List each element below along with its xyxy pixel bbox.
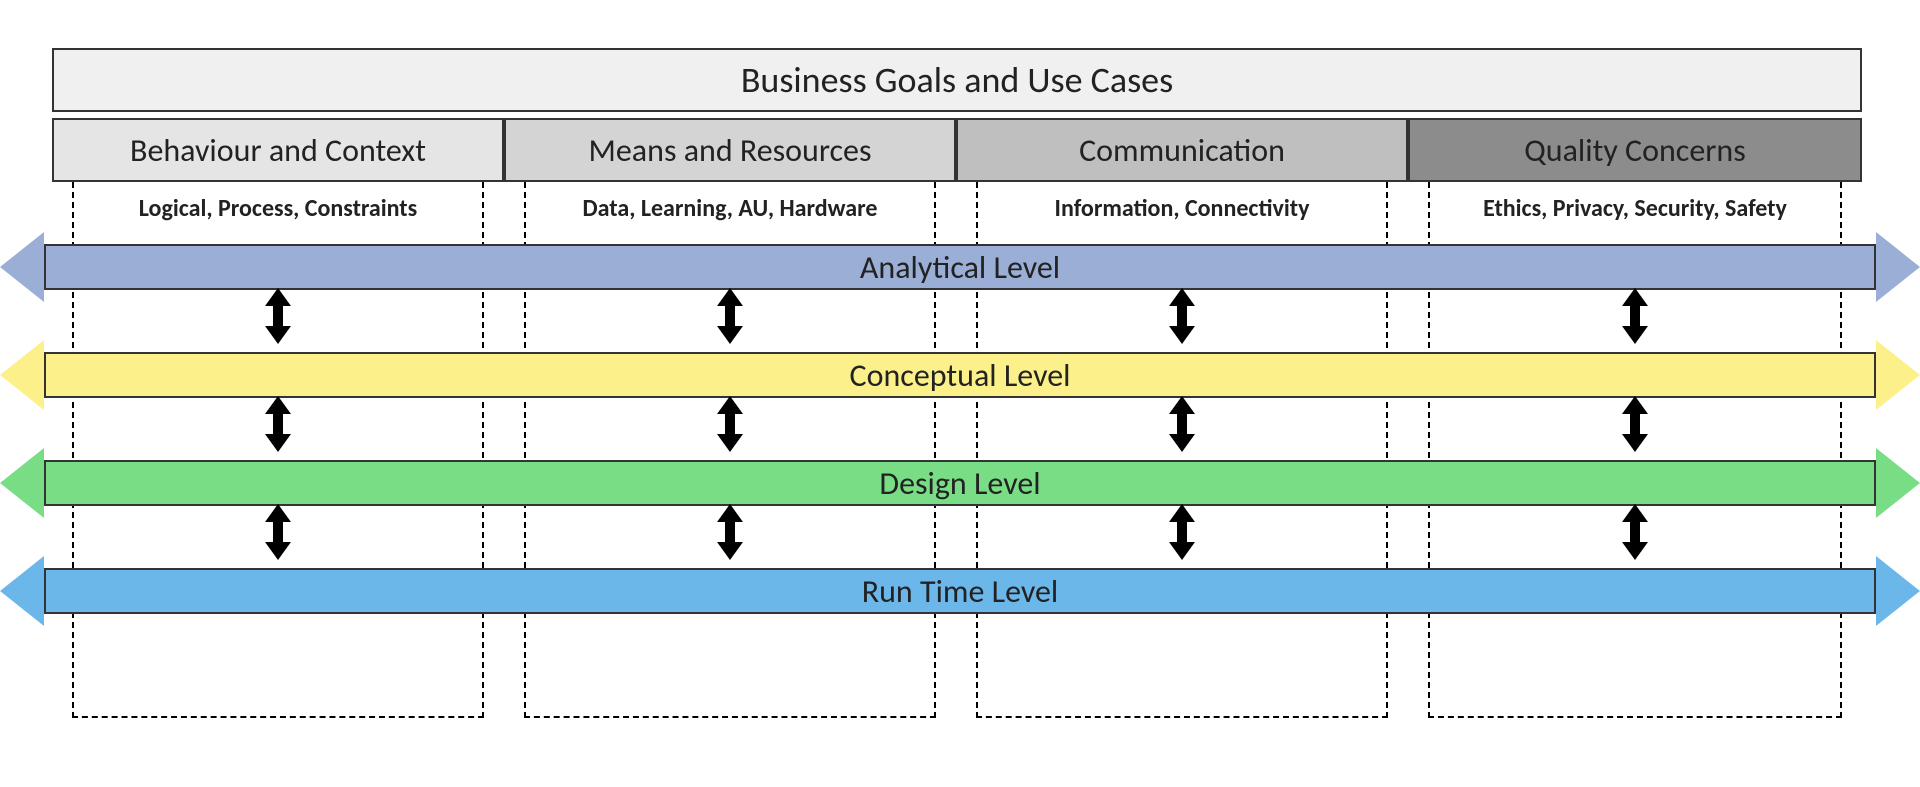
aspect-communication: Communication (956, 118, 1408, 182)
arrowhead-right-icon (1876, 448, 1920, 518)
arrowhead-right-icon (1876, 556, 1920, 626)
header-title: Business Goals and Use Cases (741, 58, 1173, 102)
level-shaft: Conceptual Level (44, 352, 1876, 398)
sublabel-3: Ethics, Privacy, Security, Safety (1428, 194, 1842, 223)
vertical-arrow-icon (719, 396, 741, 452)
arrowhead-right-icon (1876, 232, 1920, 302)
level-label: Conceptual Level (850, 356, 1071, 395)
sublabel-1: Data, Learning, AU, Hardware (524, 194, 936, 223)
aspect-label: Quality Concerns (1524, 131, 1745, 170)
vertical-arrow-icon (1171, 504, 1193, 560)
level-shaft: Analytical Level (44, 244, 1876, 290)
level-label: Analytical Level (860, 248, 1060, 287)
aspect-label: Communication (1079, 131, 1285, 170)
vertical-arrow-icon (267, 504, 289, 560)
vertical-arrow-icon (1624, 288, 1646, 344)
sublabel-0: Logical, Process, Constraints (72, 194, 484, 223)
level-bar-runtime: Run Time Level (0, 556, 1920, 626)
aspect-label: Behaviour and Context (130, 131, 426, 170)
diagram-stage: Business Goals and Use Cases Behaviour a… (0, 0, 1920, 787)
sublabel-2: Information, Connectivity (976, 194, 1388, 223)
aspect-quality-concerns: Quality Concerns (1408, 118, 1862, 182)
vertical-arrow-icon (1624, 504, 1646, 560)
vertical-arrow-icon (1171, 288, 1193, 344)
level-shaft: Design Level (44, 460, 1876, 506)
vertical-arrow-icon (267, 396, 289, 452)
arrowhead-left-icon (0, 448, 44, 518)
vertical-arrow-icon (719, 288, 741, 344)
level-label: Design Level (879, 464, 1040, 503)
aspect-means-resources: Means and Resources (504, 118, 956, 182)
vertical-arrow-icon (719, 504, 741, 560)
level-shaft: Run Time Level (44, 568, 1876, 614)
aspect-label: Means and Resources (589, 131, 872, 170)
header-business-goals: Business Goals and Use Cases (52, 48, 1862, 112)
level-label: Run Time Level (862, 572, 1059, 611)
arrowhead-right-icon (1876, 340, 1920, 410)
arrowhead-left-icon (0, 556, 44, 626)
arrowhead-left-icon (0, 340, 44, 410)
arrowhead-left-icon (0, 232, 44, 302)
vertical-arrow-icon (267, 288, 289, 344)
vertical-arrow-icon (1624, 396, 1646, 452)
aspect-behaviour-context: Behaviour and Context (52, 118, 504, 182)
vertical-arrow-icon (1171, 396, 1193, 452)
